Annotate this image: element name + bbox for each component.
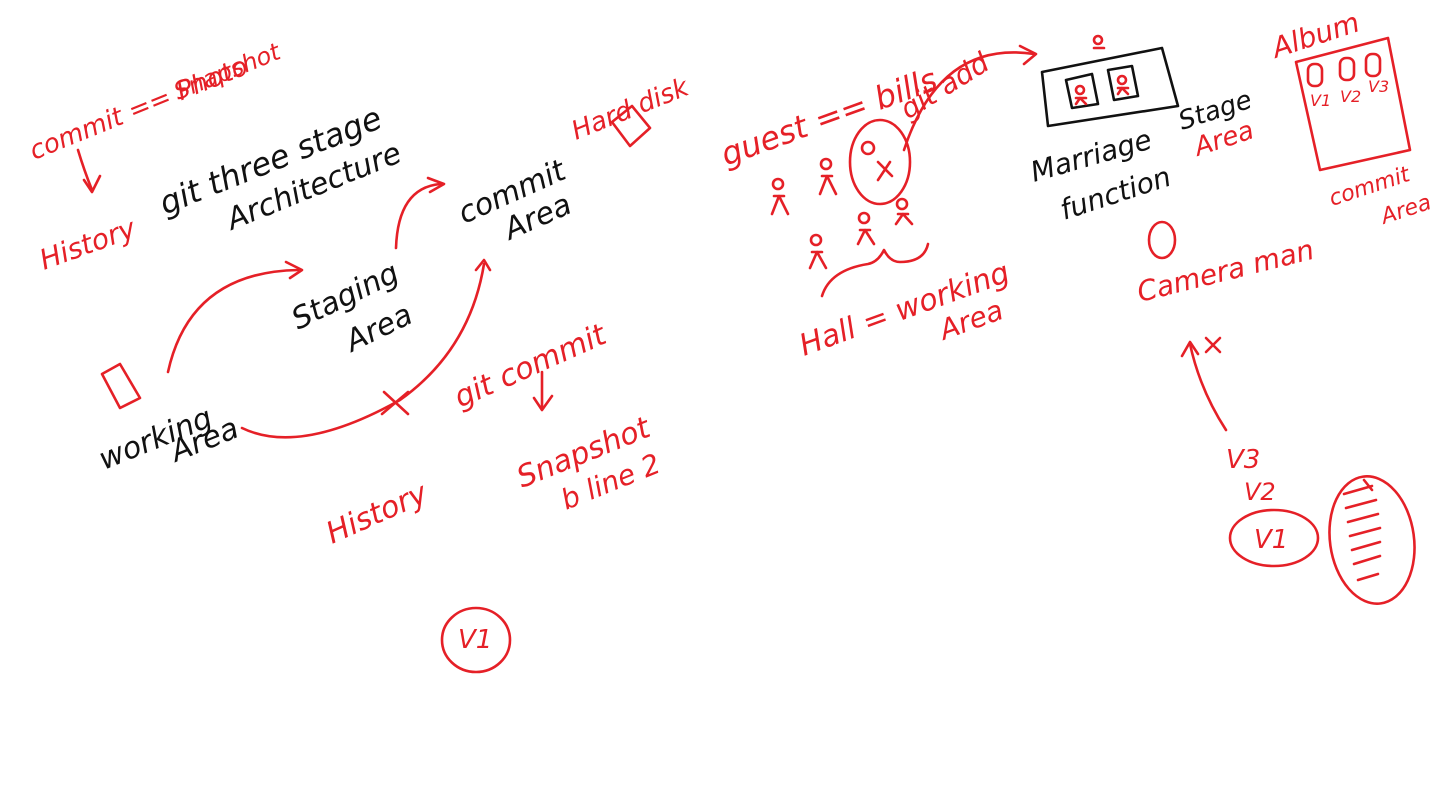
album-photo-2-icon [1338, 56, 1356, 82]
working-to-staging-arrow [166, 268, 300, 374]
stage-guest-2-icon [1116, 74, 1128, 86]
history-bottom-label: History [321, 475, 434, 551]
stage-guest-1-icon [1074, 84, 1086, 96]
commit-to-history-arrow [76, 148, 94, 192]
selected-guest-body-icon [876, 160, 894, 182]
snapshot-label: Snapshot [170, 37, 286, 106]
reject-x-icon [1204, 336, 1222, 354]
file-icon [100, 362, 142, 410]
stage-box [1040, 46, 1180, 128]
staging-to-commit-arrow [394, 182, 442, 250]
versions-stack-v2: V2 [1244, 478, 1276, 506]
git-add-arrowhead [1018, 44, 1038, 66]
selected-guest-icon [860, 140, 876, 156]
album-commit-line2: Area [1376, 190, 1434, 230]
history-top-label: History [35, 211, 140, 276]
selected-guest-oval [848, 118, 912, 206]
stage-guest-1-body-icon [1074, 96, 1088, 106]
version-circle-label: V1 [458, 625, 492, 655]
album-version-3: V3 [1368, 77, 1389, 96]
whiteboard-canvas: commit == Photo Snapshot History git thr… [0, 0, 1454, 789]
album-version-1: V1 [1310, 91, 1331, 110]
camera-man-head-icon [1147, 220, 1177, 260]
git-commit-label: git commit [449, 317, 612, 415]
album-photo-1-icon [1306, 62, 1324, 88]
document-oval [1328, 475, 1416, 605]
versions-stack-v1: V1 [1254, 525, 1288, 555]
album-version-2: V2 [1340, 87, 1361, 106]
document-lines-icon [1342, 484, 1382, 582]
stage-slot-1 [1064, 72, 1100, 110]
whiteboard-drawing: commit == Photo Snapshot History git thr… [25, 6, 1434, 674]
versions-to-camera-arrow [1188, 342, 1228, 432]
versions-stack-v3: V3 [1226, 445, 1260, 475]
cross-mark-icon [380, 390, 410, 416]
hard-disk-label: Hard disk [567, 72, 693, 146]
camera-man-label: Camera man [1134, 233, 1318, 309]
stage-top-guest-icon [1092, 34, 1104, 46]
album-photo-3-icon [1364, 52, 1382, 78]
stage-guest-2-body-icon [1116, 86, 1130, 96]
